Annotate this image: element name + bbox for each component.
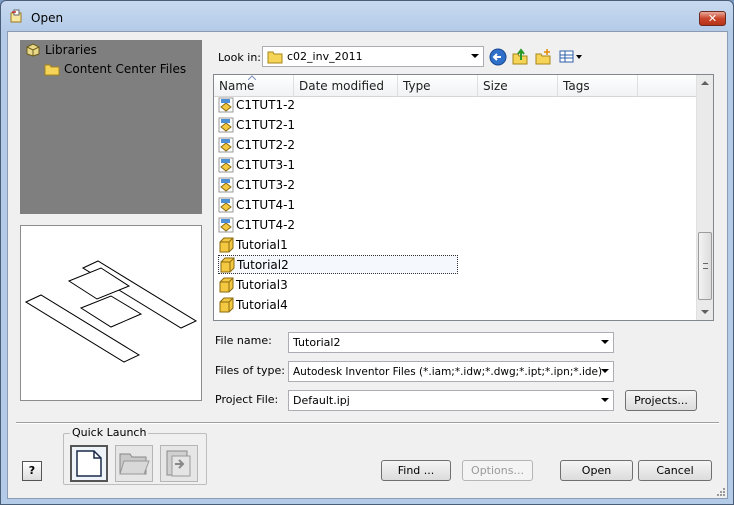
filename-label: File name: [215,334,272,347]
open-dialog: Open ✕ Libraries Content Center Files Lo… [0,0,734,505]
list-item[interactable]: Tutorial1 [218,235,458,254]
view-menu-button[interactable] [558,48,584,66]
chevron-down-icon[interactable] [601,398,609,402]
list-item[interactable]: C1TUT4-2 [218,215,458,234]
lookin-value: c02_inv_2011 [287,50,363,63]
cancel-button[interactable]: Cancel [638,460,712,481]
back-icon[interactable] [489,48,507,66]
title-bar[interactable]: Open ✕ [1,1,733,31]
assembly-file-icon [218,117,234,132]
scroll-up-icon[interactable] [701,81,709,85]
project-label: Project File: [215,393,279,406]
quick-launch-new-button[interactable] [70,445,108,482]
file-list[interactable]: Name Date modified Type Size Tags C1TUT1… [213,74,714,321]
list-item[interactable]: C1TUT2-1 [218,115,458,134]
chevron-down-icon[interactable] [471,54,479,58]
scroll-thumb[interactable] [698,232,712,300]
assembly-file-icon [218,217,234,232]
filename-value: Tutorial2 [293,336,341,349]
list-item-selected[interactable]: Tutorial2 [218,255,458,274]
file-preview [20,225,202,401]
lookin-label: Look in: [218,51,261,64]
list-item[interactable]: C1TUT3-2 [218,175,458,194]
libraries-label: Libraries [45,43,97,57]
column-date-modified[interactable]: Date modified [294,75,398,97]
view-grid-icon [559,50,582,63]
dialog-body: Libraries Content Center Files Look in: … [7,31,728,499]
grip-icon [703,263,708,269]
libraries-tree-item[interactable]: Libraries [25,43,97,57]
quick-launch-group: Quick Launch [63,426,207,485]
assembly-file-icon [218,137,234,152]
part-preview-image [24,260,198,363]
column-header: Name Date modified Type Size Tags [214,75,697,97]
chevron-down-icon[interactable] [601,340,609,344]
file-rows: C1TUT1-2 C1TUT2-1 C1TUT2-2 C1TUT3-1 C1TU… [214,97,697,320]
resize-grip-icon[interactable] [715,486,725,496]
part-file-icon [219,277,234,292]
column-tags[interactable]: Tags [558,75,638,97]
part-file-icon [219,237,234,252]
new-folder-icon[interactable] [534,48,552,66]
filename-combo[interactable]: Tutorial2 [288,332,614,353]
content-center-tree-item[interactable]: Content Center Files [44,62,186,76]
part-file-icon [219,297,234,312]
list-item[interactable]: C1TUT1-2 [218,97,458,114]
folder-icon [44,64,60,75]
list-item[interactable]: Tutorial4 [218,295,458,314]
chevron-down-icon[interactable] [601,369,609,373]
project-value: Default.ipj [293,394,350,407]
assembly-file-icon [218,97,234,112]
filetype-value: Autodesk Inventor Files (*.iam;*.idw;*.d… [293,365,603,378]
window-title: Open [31,11,64,25]
find-button[interactable]: Find ... [381,460,451,481]
lookin-combo[interactable]: c02_inv_2011 [262,46,484,67]
list-item[interactable]: C1TUT2-2 [218,135,458,154]
list-item[interactable]: C1TUT4-1 [218,195,458,214]
inventor-app-icon [10,9,22,23]
close-button[interactable]: ✕ [699,11,726,26]
content-center-label: Content Center Files [64,62,187,76]
folder-icon [267,51,283,63]
vertical-scrollbar[interactable] [696,75,713,320]
quick-launch-open-button[interactable] [115,445,153,482]
new-file-icon [76,450,102,477]
filetype-combo[interactable]: Autodesk Inventor Files (*.iam;*.idw;*.d… [288,361,614,382]
assembly-file-icon [218,177,234,192]
sort-ascending-icon [248,75,256,80]
separator [16,422,719,424]
column-type[interactable]: Type [398,75,478,97]
projects-button[interactable]: Projects... [625,390,697,411]
list-item[interactable]: Tutorial3 [218,275,458,294]
filetype-label: Files of type: [215,364,286,377]
assembly-file-icon [218,197,234,212]
project-icon [166,450,191,477]
project-combo[interactable]: Default.ipj [288,390,614,411]
quick-launch-label: Quick Launch [70,426,149,439]
quick-launch-project-button[interactable] [160,445,198,482]
assembly-file-icon [218,157,234,172]
help-button[interactable]: ? [22,461,42,481]
libraries-pane: Libraries Content Center Files [20,40,202,214]
up-folder-icon[interactable] [511,48,529,66]
list-item[interactable]: C1TUT3-1 [218,155,458,174]
options-button[interactable]: Options... [462,460,533,481]
scroll-down-icon[interactable] [701,310,709,314]
column-size[interactable]: Size [478,75,558,97]
part-file-icon [220,257,235,272]
libraries-icon [26,43,40,57]
open-button[interactable]: Open [560,460,633,481]
open-file-icon [119,453,150,475]
